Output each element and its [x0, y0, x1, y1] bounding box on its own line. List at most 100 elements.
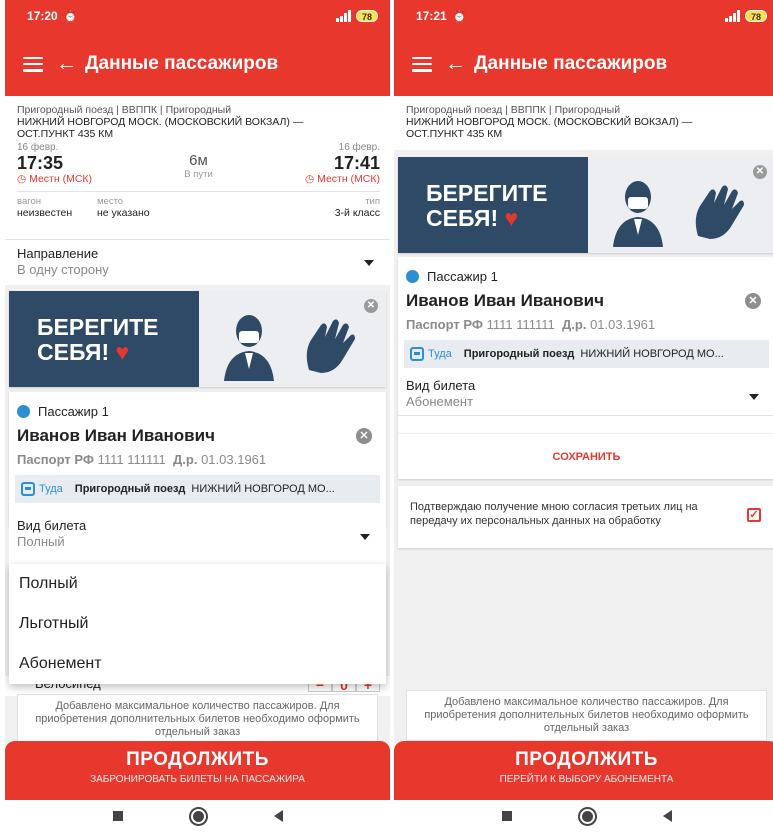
- trip-stations-line2: ОСТ.ПУНКТ 435 КМ: [406, 128, 503, 140]
- arrival-time: 17:41: [333, 153, 380, 173]
- banner-close-icon[interactable]: ✕: [364, 299, 378, 313]
- consent-checkbox[interactable]: ✓: [747, 508, 761, 522]
- alarm-icon: ⏰: [452, 10, 467, 23]
- option-season[interactable]: Абонемент: [9, 644, 386, 684]
- option-full[interactable]: Полный: [9, 564, 386, 604]
- menu-icon[interactable]: [412, 56, 432, 72]
- back-nav-icon[interactable]: [273, 810, 283, 822]
- recent-apps-icon[interactable]: [501, 811, 512, 821]
- duration-label: В пути: [184, 169, 213, 180]
- ticket-type-select[interactable]: Вид билета Абонемент: [398, 368, 773, 416]
- max-passengers-notice: Добавлено максимальное количество пассаж…: [406, 690, 767, 741]
- status-bar: 17:20 ⏰ 78: [5, 0, 390, 32]
- home-icon[interactable]: [190, 808, 206, 824]
- heart-icon: ♥: [115, 339, 130, 365]
- menu-icon[interactable]: [23, 56, 43, 72]
- masked-person-icon: [613, 181, 663, 247]
- max-passengers-notice: Добавлено максимальное количество пассаж…: [17, 694, 378, 745]
- banner-line2: СЕБЯ!: [426, 205, 499, 231]
- remove-passenger-icon[interactable]: ✕: [356, 428, 372, 444]
- home-icon[interactable]: [579, 808, 595, 824]
- ticket-type-label: Вид билета: [406, 378, 476, 393]
- train-icon: [21, 482, 35, 496]
- trip-route: Пригородный поезд | ВВППК | Пригородный: [406, 104, 621, 116]
- trip-stations-line1: НИЖНИЙ НОВГОРОД МОСК. (МОСКОВСКИЙ ВОКЗАЛ…: [17, 116, 304, 128]
- banner-line1: БЕРЕГИТЕ: [426, 180, 548, 206]
- covid-banner: БЕРЕГИТЕ СЕБЯ! ♥ ✕: [9, 291, 386, 387]
- train-route: НИЖНИЙ НОВГОРОД МО...: [580, 348, 724, 360]
- ticket-type-select[interactable]: Вид билета Полный: [9, 508, 386, 568]
- direction-value: В одну сторону: [17, 262, 109, 277]
- remove-passenger-icon[interactable]: ✕: [745, 293, 761, 309]
- continue-button[interactable]: ПРОДОЛЖИТЬ ПЕРЕЙТИ К ВЫБОРУ АБОНЕМЕНТА: [394, 741, 773, 800]
- arrival-date: 16 февр.: [338, 142, 380, 153]
- ticket-type-value: Абонемент: [406, 394, 474, 409]
- passenger-card: Пассажир 1 Иванов Иван Иванович ✕ Паспор…: [398, 257, 773, 433]
- dropdown-caret-icon: [364, 260, 374, 266]
- dob-label: Д.р.: [562, 317, 587, 332]
- car-value: неизвестен: [17, 207, 73, 219]
- train-name: Пригородный поезд: [463, 348, 575, 360]
- continue-sublabel: ПЕРЕЙТИ К ВЫБОРУ АБОНЕМЕНТА: [499, 774, 674, 785]
- continue-sublabel: ЗАБРОНИРОВАТЬ БИЛЕТЫ НА ПАССАЖИРА: [90, 774, 305, 785]
- trip-stations-line1: НИЖНИЙ НОВГОРОД МОСК. (МОСКОВСКИЙ ВОКЗАЛ…: [406, 116, 693, 128]
- banner-line2: СЕБЯ!: [37, 339, 110, 365]
- continue-button[interactable]: ПРОДОЛЖИТЬ ЗАБРОНИРОВАТЬ БИЛЕТЫ НА ПАССА…: [5, 741, 390, 800]
- consent-text: Подтверждаю получение мною согласия трет…: [410, 501, 698, 527]
- consent-row[interactable]: Подтверждаю получение мною согласия трет…: [398, 486, 773, 548]
- trip-segment-bar: Туда Пригородный поезд НИЖНИЙ НОВГОРОД М…: [15, 475, 380, 503]
- class-value: 3-й класс: [334, 207, 380, 219]
- departure-date: 16 февр.: [17, 142, 59, 153]
- departure-tz: Местн (МСК): [29, 173, 93, 185]
- banner-close-icon[interactable]: ✕: [753, 165, 767, 179]
- banner-text-block: БЕРЕГИТЕ СЕБЯ! ♥: [398, 157, 588, 253]
- passenger-dot-icon: [17, 405, 30, 418]
- recent-apps-icon[interactable]: [112, 811, 123, 821]
- class-label: тип: [365, 196, 380, 207]
- car-label: вагон: [17, 196, 42, 207]
- status-time: 17:20: [27, 9, 58, 23]
- battery-icon: 78: [355, 10, 378, 22]
- doc-number: 1111 111111: [97, 452, 166, 467]
- option-discount[interactable]: Льготный: [9, 604, 386, 644]
- system-nav-bar: [5, 800, 390, 832]
- clock-icon: ◷: [17, 173, 27, 185]
- covid-banner: БЕРЕГИТЕ СЕБЯ! ♥ ✕: [398, 157, 773, 253]
- seat-value: не указано: [97, 207, 150, 219]
- dropdown-caret-icon: [360, 534, 370, 540]
- left-screen: 17:20 ⏰ 78 ← Данные пассажиров Пригородн…: [5, 0, 390, 800]
- back-nav-icon[interactable]: [662, 810, 672, 822]
- signal-icon: [335, 10, 351, 22]
- doc-number: 1111 111111: [486, 317, 555, 332]
- trip-info-card: Пригородный поезд | ВВППК | Пригородный …: [394, 96, 773, 150]
- direction-select[interactable]: Направление В одну сторону: [5, 239, 390, 285]
- banner-text-block: БЕРЕГИТЕ СЕБЯ! ♥: [9, 291, 199, 387]
- ticket-type-label: Вид билета: [17, 518, 87, 533]
- back-arrow-icon[interactable]: ←: [445, 52, 466, 76]
- passenger-header: Пассажир 1: [427, 269, 498, 284]
- heart-icon: ♥: [504, 205, 519, 231]
- passenger-header: Пассажир 1: [38, 404, 109, 419]
- back-arrow-icon[interactable]: ←: [56, 52, 77, 76]
- clock-icon: ◷: [304, 173, 315, 185]
- masked-person-icon: [224, 315, 274, 381]
- continue-label: ПРОДОЛЖИТЬ: [126, 749, 269, 770]
- passenger-card: Пассажир 1 Иванов Иван Иванович ✕ Паспор…: [9, 392, 386, 527]
- save-button[interactable]: СОХРАНИТЬ: [398, 433, 773, 479]
- doc-type: Паспорт РФ: [17, 452, 94, 467]
- trip-direction: Туда: [428, 348, 452, 360]
- trip-stations-line2: ОСТ.ПУНКТ 435 КМ: [17, 128, 114, 140]
- page-title: Данные пассажиров: [474, 53, 668, 74]
- dropdown-caret-icon: [749, 394, 759, 400]
- passenger-dot-icon: [406, 270, 419, 283]
- trip-direction: Туда: [39, 483, 63, 495]
- status-bar: 17:21 ⏰ 78: [394, 0, 773, 32]
- right-screen: 17:21 ⏰ 78 ← Данные пассажиров Пригородн…: [394, 0, 773, 800]
- dob-value: 01.03.1961: [201, 452, 267, 467]
- passenger-name: Иванов Иван Иванович: [406, 291, 604, 310]
- ticket-type-value: Полный: [17, 534, 65, 549]
- train-route: НИЖНИЙ НОВГОРОД МО...: [191, 483, 335, 495]
- continue-label: ПРОДОЛЖИТЬ: [515, 749, 658, 770]
- status-time: 17:21: [416, 9, 447, 23]
- signal-icon: [724, 10, 740, 22]
